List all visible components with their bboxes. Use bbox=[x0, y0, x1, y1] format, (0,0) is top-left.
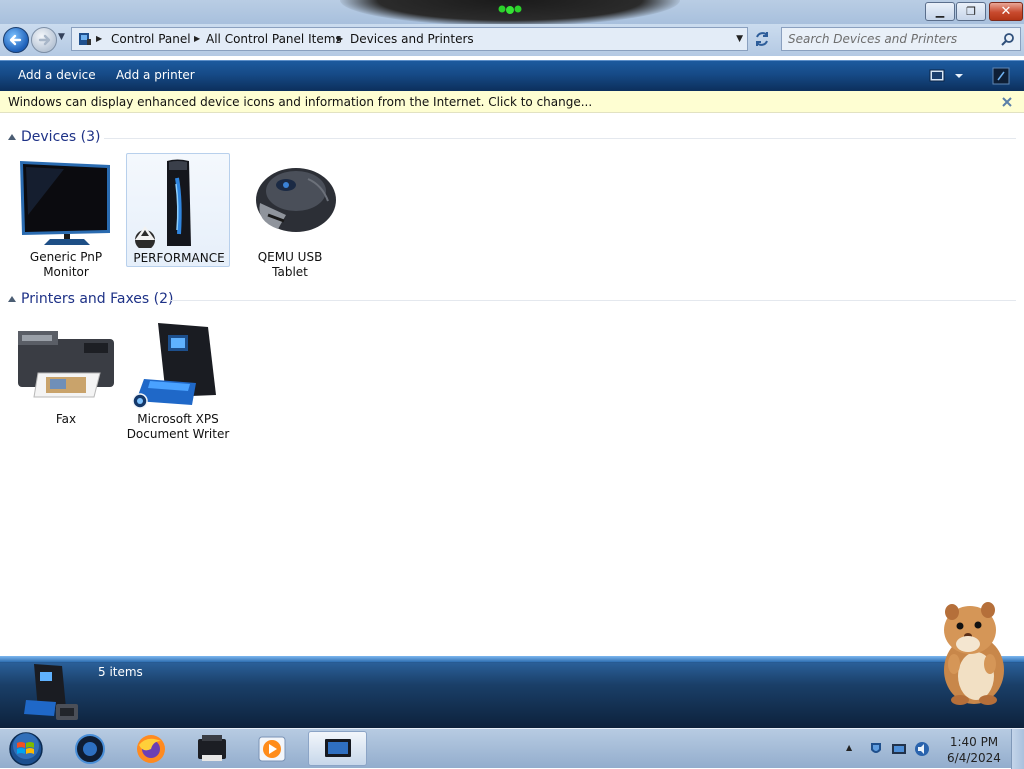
show-desktop-button[interactable] bbox=[1011, 729, 1024, 769]
address-bar[interactable]: ▶ Control Panel ▶ All Control Panel Item… bbox=[71, 27, 748, 51]
group-title: Printers and Faxes (2) bbox=[21, 291, 174, 307]
recent-pages-dropdown[interactable]: ▼ bbox=[58, 32, 68, 46]
minimize-button[interactable]: ▁ bbox=[925, 2, 955, 21]
network-icon[interactable] bbox=[891, 741, 907, 757]
information-bar-text[interactable]: Windows can display enhanced device icon… bbox=[8, 95, 592, 109]
forward-button[interactable] bbox=[31, 27, 57, 53]
show-hidden-icons-icon[interactable]: ▲ bbox=[846, 743, 852, 752]
information-bar[interactable]: Windows can display enhanced device icon… bbox=[0, 91, 1024, 113]
printer-fax[interactable]: Fax bbox=[14, 315, 118, 429]
control-panel-icon bbox=[79, 33, 91, 45]
close-button[interactable]: ✕ bbox=[989, 2, 1023, 21]
change-view-icon[interactable] bbox=[929, 69, 965, 83]
item-count: 5 items bbox=[98, 665, 143, 679]
media-player-icon bbox=[258, 736, 286, 762]
add-device-button[interactable]: Add a device bbox=[18, 68, 96, 82]
command-bar: Add a device Add a printer bbox=[0, 60, 1024, 91]
restore-icon: ❐ bbox=[966, 5, 976, 18]
group-title: Devices (3) bbox=[21, 129, 101, 145]
taskbar: ▲ 1:40 PM 6/4/2024 bbox=[0, 728, 1024, 769]
group-header-printers-faxes[interactable]: Printers and Faxes (2) bbox=[8, 291, 1016, 309]
preview-pane-icon[interactable] bbox=[992, 67, 1010, 85]
refresh-icon bbox=[756, 32, 768, 46]
taskbar-media-center[interactable] bbox=[68, 731, 112, 766]
taskbar-media-player[interactable] bbox=[250, 731, 294, 766]
clock-time: 1:40 PM bbox=[949, 735, 999, 749]
breadcrumb-devices-printers[interactable]: Devices and Printers bbox=[350, 32, 474, 46]
taskbar-firefox[interactable] bbox=[129, 731, 173, 766]
close-icon[interactable] bbox=[1001, 96, 1013, 108]
search-input[interactable] bbox=[788, 31, 993, 47]
group-divider bbox=[104, 138, 1016, 139]
xps-printer-icon bbox=[24, 664, 78, 720]
group-header-devices[interactable]: Devices (3) bbox=[8, 129, 1016, 147]
xps-printer-icon bbox=[132, 323, 216, 409]
breadcrumb-control-panel[interactable]: Control Panel bbox=[111, 32, 191, 46]
ornament-lights-icon bbox=[498, 5, 522, 14]
restore-button[interactable]: ❐ bbox=[956, 2, 986, 21]
device-label: QEMU USB Tablet bbox=[257, 250, 323, 279]
close-icon: ✕ bbox=[1000, 4, 1012, 19]
chevron-right-icon[interactable]: ▶ bbox=[337, 34, 343, 43]
search-box[interactable] bbox=[781, 27, 1021, 51]
title-ornament bbox=[340, 0, 680, 26]
back-button[interactable] bbox=[3, 27, 29, 53]
add-printer-button[interactable]: Add a printer bbox=[116, 68, 195, 82]
minimize-icon: ▁ bbox=[935, 5, 945, 18]
chevron-right-icon[interactable]: ▶ bbox=[96, 34, 102, 43]
refresh-button[interactable] bbox=[751, 27, 773, 51]
printer-label: Fax bbox=[55, 412, 77, 426]
volume-icon[interactable] bbox=[914, 741, 930, 757]
taskbar-devices-and-printers[interactable] bbox=[308, 731, 367, 766]
window-titlebar[interactable]: ▁ ❐ ✕ bbox=[0, 0, 1024, 26]
printer-icon bbox=[198, 735, 226, 761]
search-icon[interactable] bbox=[1001, 32, 1015, 46]
device-generic-pnp-monitor[interactable]: Generic PnP Monitor bbox=[14, 153, 118, 279]
group-divider bbox=[171, 300, 1016, 301]
action-center-flag-icon[interactable] bbox=[868, 741, 884, 757]
device-qemu-usb-tablet[interactable]: QEMU USB Tablet bbox=[238, 153, 342, 279]
details-pane-highlight bbox=[0, 656, 1024, 662]
printer-label: Microsoft XPS Document Writer bbox=[126, 412, 230, 441]
chevron-down-icon[interactable]: ▼ bbox=[736, 34, 743, 44]
back-arrow-icon bbox=[9, 34, 22, 46]
start-button[interactable] bbox=[7, 731, 45, 767]
computer-tower-icon bbox=[135, 159, 191, 248]
device-label: PERFORMANCE bbox=[133, 251, 225, 265]
devices-and-printers-icon bbox=[325, 739, 351, 757]
collapse-group-icon[interactable] bbox=[8, 296, 16, 302]
details-pane: 5 items bbox=[0, 656, 1024, 728]
collapse-group-icon[interactable] bbox=[8, 134, 16, 140]
monitor-icon bbox=[20, 161, 110, 245]
mouse-icon bbox=[256, 168, 336, 232]
printer-microsoft-xps-document-writer[interactable]: Microsoft XPS Document Writer bbox=[126, 315, 230, 441]
hamster-mascot-icon bbox=[944, 602, 1004, 705]
forward-arrow-icon bbox=[38, 34, 51, 46]
device-label: Generic PnP Monitor bbox=[29, 250, 103, 279]
navigation-bar: ▼ ▶ Control Panel ▶ All Control Panel It… bbox=[0, 24, 1024, 56]
chevron-right-icon[interactable]: ▶ bbox=[194, 34, 200, 43]
clock-date: 6/4/2024 bbox=[947, 751, 1001, 765]
taskbar-printer[interactable] bbox=[190, 731, 234, 766]
breadcrumb-all-items[interactable]: All Control Panel Items bbox=[206, 32, 342, 46]
firefox-icon bbox=[137, 735, 165, 763]
device-performance[interactable]: PERFORMANCE bbox=[126, 153, 230, 267]
system-clock[interactable]: 1:40 PM 6/4/2024 bbox=[944, 734, 1004, 766]
media-center-icon bbox=[75, 734, 105, 764]
fax-printer-icon bbox=[18, 331, 114, 398]
